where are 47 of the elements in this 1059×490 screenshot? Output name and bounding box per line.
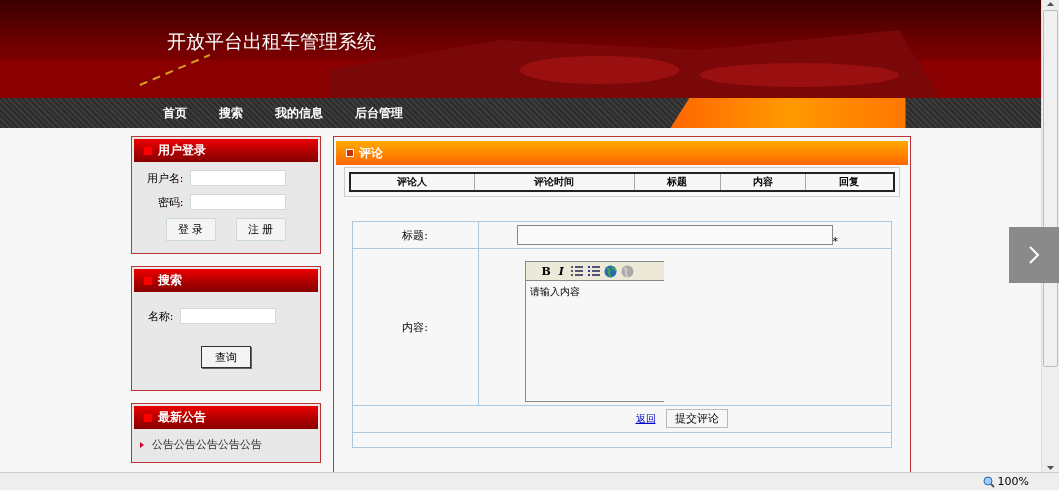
submit-button[interactable]: 提交评论 — [665, 409, 728, 428]
column-header: 评论时间 — [474, 173, 635, 191]
square-icon — [143, 276, 152, 285]
back-link[interactable]: 返回 — [635, 411, 656, 426]
input-field[interactable] — [179, 308, 276, 324]
zoom-level[interactable]: 100% — [997, 475, 1029, 488]
panel-title: 用户登录 — [157, 142, 206, 159]
input-field[interactable] — [189, 194, 286, 210]
notice-link[interactable]: 公告公告公告公告公告 — [151, 437, 262, 452]
square-icon — [143, 146, 152, 155]
field-label: 内容: — [402, 320, 428, 334]
nav-link[interactable]: 首页 — [162, 104, 187, 122]
column-header: 回复 — [805, 173, 894, 191]
globe-icon[interactable] — [603, 264, 617, 278]
italic-button[interactable]: I — [556, 264, 566, 278]
panel-title: 最新公告 — [157, 409, 206, 426]
field-label: 名称: — [146, 308, 174, 324]
panel-title: 搜索 — [157, 272, 182, 289]
chevron-right-icon — [1028, 245, 1040, 265]
title-input[interactable] — [516, 225, 833, 245]
nav-link[interactable]: 我的信息 — [274, 104, 323, 122]
scroll-up-icon[interactable] — [1047, 0, 1054, 8]
nav-link[interactable]: 后台管理 — [354, 104, 403, 122]
form-button[interactable]: 注 册 — [235, 218, 286, 241]
query-button[interactable]: 查询 — [200, 346, 251, 368]
site-title: 开放平台出租车管理系统 — [167, 28, 376, 54]
square-icon — [143, 413, 152, 422]
bullet-list-icon[interactable] — [586, 265, 600, 277]
rich-text-editor[interactable]: B I 请输入内容 — [524, 261, 664, 402]
zoom-icon[interactable] — [982, 475, 995, 488]
bold-button[interactable]: B — [539, 264, 553, 278]
column-header: 标题 — [634, 173, 721, 191]
column-header: 评论人 — [349, 173, 475, 191]
form-button[interactable]: 登 录 — [165, 218, 216, 241]
bullet-icon — [139, 441, 144, 448]
field-label: 用户名: — [145, 170, 184, 186]
square-icon — [345, 149, 354, 157]
panel-title: 评论 — [358, 144, 383, 162]
globe-icon[interactable] — [620, 264, 634, 278]
editor-text: 请输入内容 — [528, 285, 581, 299]
nav-link[interactable]: 搜索 — [218, 104, 243, 122]
input-field[interactable] — [189, 170, 286, 186]
field-label: 标题: — [402, 228, 428, 242]
required-mark: * — [832, 235, 838, 248]
column-header: 内容 — [720, 173, 806, 191]
field-label: 密码: — [156, 194, 184, 210]
scroll-down-icon[interactable] — [1047, 464, 1054, 472]
